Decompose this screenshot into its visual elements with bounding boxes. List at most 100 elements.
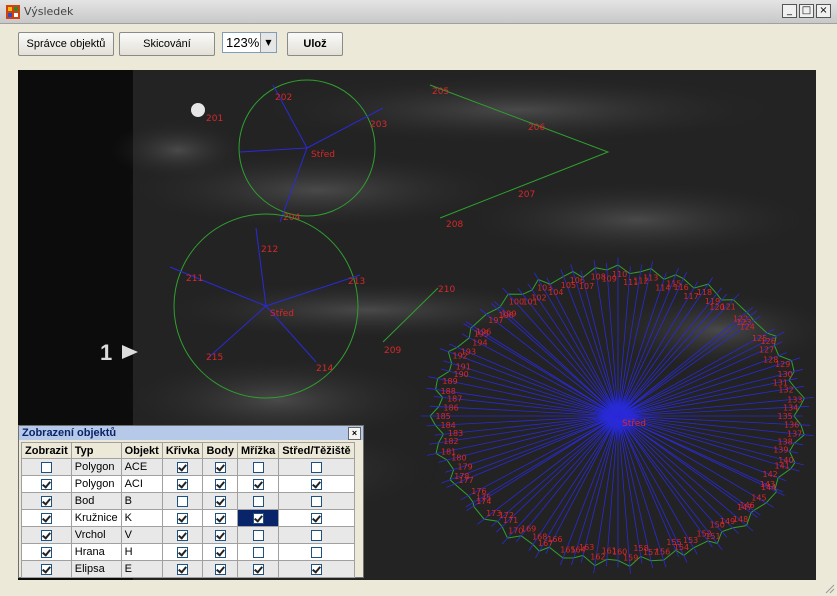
- polygon-vertex-label: 127: [759, 346, 774, 355]
- stred-checkbox[interactable]: [310, 512, 322, 524]
- body-cell: [202, 509, 238, 527]
- uloz-button[interactable]: Ulož: [287, 32, 343, 56]
- mrizka-checkbox[interactable]: [252, 512, 264, 524]
- mrizka-checkbox[interactable]: [252, 563, 264, 575]
- polygon-vertex-label: 182: [443, 437, 458, 446]
- panel-title: Zobrazení objektů ×: [19, 426, 363, 440]
- table-row[interactable]: Polygon ACI: [21, 475, 355, 493]
- mrizka-checkbox[interactable]: [252, 546, 264, 558]
- zobrazit-checkbox[interactable]: [40, 478, 52, 490]
- polygon-vertex-label: 179: [458, 462, 473, 471]
- krivka-cell: [161, 492, 204, 510]
- mrizka-checkbox[interactable]: [252, 461, 264, 473]
- polygon-vertex-label: 196: [476, 328, 491, 337]
- body-checkbox[interactable]: [214, 495, 226, 507]
- stred-checkbox[interactable]: [310, 478, 322, 490]
- close-button[interactable]: ×: [816, 4, 831, 18]
- mrizka-cell: [236, 560, 280, 578]
- polygon-vertex-label: 165: [560, 546, 575, 555]
- krivka-checkbox[interactable]: [177, 546, 189, 558]
- polygon-vertex-label: 109: [602, 275, 617, 284]
- zobrazit-checkbox[interactable]: [40, 461, 52, 473]
- label-208: 208: [446, 220, 463, 230]
- zobrazit-cell: [21, 526, 72, 544]
- col-objekt[interactable]: Objekt: [120, 442, 163, 459]
- zobrazit-checkbox[interactable]: [40, 495, 52, 507]
- window-title: Výsledek: [24, 5, 74, 18]
- typ-cell: Hrana: [70, 543, 122, 561]
- maximize-button[interactable]: □: [799, 4, 814, 18]
- krivka-checkbox[interactable]: [177, 461, 189, 473]
- typ-cell: Polygon: [70, 458, 122, 476]
- spravce-objektu-button[interactable]: Správce objektů: [18, 32, 114, 56]
- title-bar: Výsledek _ □ ×: [0, 0, 837, 24]
- col-krivka[interactable]: Křivka: [161, 442, 204, 459]
- table-row[interactable]: Elipsa E: [21, 560, 355, 578]
- col-zobrazit[interactable]: Zobrazit: [21, 442, 72, 459]
- col-body[interactable]: Body: [202, 442, 238, 459]
- body-checkbox[interactable]: [214, 461, 226, 473]
- stred-checkbox[interactable]: [310, 461, 322, 473]
- polygon-vertex-label: 184: [441, 421, 456, 430]
- minimize-button[interactable]: _: [782, 4, 797, 18]
- mrizka-checkbox[interactable]: [252, 495, 264, 507]
- chevron-down-icon[interactable]: ▼: [260, 33, 276, 52]
- point-201[interactable]: [191, 103, 205, 117]
- table-row[interactable]: Vrchol V: [21, 526, 355, 544]
- polygon-vertex-label: 152: [697, 529, 712, 538]
- table-row[interactable]: Polygon ACE: [21, 458, 355, 476]
- polygon-vertex-label: 178: [454, 472, 469, 481]
- center-label-3: Střed: [622, 419, 646, 429]
- col-typ[interactable]: Typ: [70, 442, 122, 459]
- table-row[interactable]: Kružnice K: [21, 509, 355, 527]
- polygon-vertex-label: 113: [643, 273, 658, 282]
- zobrazit-checkbox[interactable]: [40, 563, 52, 575]
- stred-checkbox[interactable]: [310, 495, 322, 507]
- krivka-checkbox[interactable]: [177, 512, 189, 524]
- krivka-checkbox[interactable]: [177, 478, 189, 490]
- stred-cell: [278, 543, 355, 561]
- table-row[interactable]: Hrana H: [21, 543, 355, 561]
- zobrazit-checkbox[interactable]: [40, 512, 52, 524]
- polygon-vertex-label: 121: [721, 303, 736, 312]
- body-cell: [202, 560, 238, 578]
- mrizka-cell: [236, 509, 280, 527]
- app-icon: [6, 5, 20, 19]
- body-checkbox[interactable]: [214, 478, 226, 490]
- skicovani-button[interactable]: Skicování: [119, 32, 215, 56]
- polygon-vertex-label: 129: [775, 360, 790, 369]
- polygon-vertex-label: 176: [471, 487, 486, 496]
- polygon-vertex-label: 102: [531, 294, 546, 303]
- polygon-vertex-label: 139: [773, 445, 788, 454]
- body-checkbox[interactable]: [214, 512, 226, 524]
- objekt-cell: K: [120, 509, 163, 527]
- label-206: 206: [528, 123, 545, 133]
- objekt-cell: ACI: [120, 475, 163, 493]
- body-checkbox[interactable]: [214, 546, 226, 558]
- stred-checkbox[interactable]: [310, 529, 322, 541]
- krivka-checkbox[interactable]: [177, 495, 189, 507]
- zoom-value: 123%: [226, 35, 260, 50]
- stred-checkbox[interactable]: [310, 546, 322, 558]
- krivka-checkbox[interactable]: [177, 563, 189, 575]
- stred-checkbox[interactable]: [310, 563, 322, 575]
- mrizka-checkbox[interactable]: [252, 478, 264, 490]
- zobrazit-checkbox[interactable]: [40, 529, 52, 541]
- mrizka-checkbox[interactable]: [252, 529, 264, 541]
- table-row[interactable]: Bod B: [21, 492, 355, 510]
- body-checkbox[interactable]: [214, 563, 226, 575]
- polygon-vertex-label: 144: [761, 483, 776, 492]
- body-checkbox[interactable]: [214, 529, 226, 541]
- krivka-checkbox[interactable]: [177, 529, 189, 541]
- col-stred[interactable]: Střed/Těžiště: [278, 442, 355, 459]
- mrizka-cell: [236, 543, 280, 561]
- label-209: 209: [384, 346, 401, 356]
- col-mrizka[interactable]: Mřížka: [236, 442, 280, 459]
- zobrazit-cell: [21, 458, 72, 476]
- resize-grip-icon[interactable]: [823, 582, 835, 594]
- panel-close-button[interactable]: ×: [348, 427, 361, 440]
- label-212: 212: [261, 245, 278, 255]
- zoom-select[interactable]: 123% ▼: [222, 32, 277, 53]
- zobrazit-checkbox[interactable]: [40, 546, 52, 558]
- krivka-cell: [161, 560, 204, 578]
